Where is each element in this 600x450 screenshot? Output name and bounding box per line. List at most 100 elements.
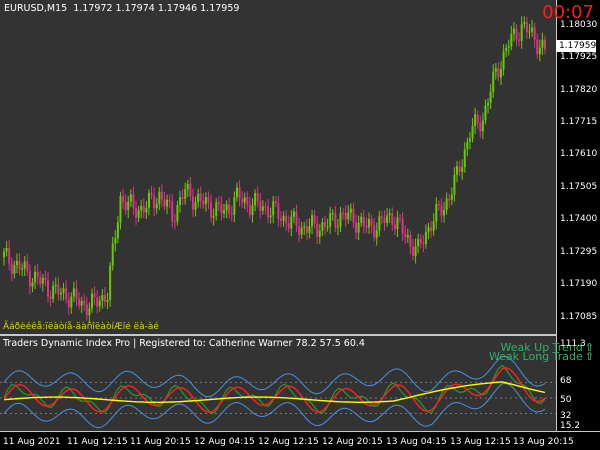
price-tick: 1.17715 — [560, 117, 598, 127]
candle-body — [160, 191, 163, 200]
candle-body — [523, 21, 526, 25]
candle-body — [171, 201, 174, 222]
candle-body — [461, 167, 464, 172]
candle-body — [15, 261, 18, 266]
candle-body — [132, 194, 135, 209]
candle-body — [355, 222, 358, 233]
candle-body — [197, 193, 200, 203]
candle-body — [158, 191, 161, 204]
trend-long-label: Weak Long Trade ⇧ — [489, 350, 594, 363]
candle-body — [453, 174, 456, 195]
candle-body — [52, 285, 55, 299]
candle-body — [531, 27, 534, 32]
indicator-tick: 50 — [560, 395, 572, 405]
candle-body — [505, 47, 508, 52]
candle-body — [386, 215, 389, 224]
candle-body — [191, 196, 194, 210]
candle-body — [248, 204, 251, 215]
candle-body — [336, 226, 339, 228]
candle-body — [225, 204, 228, 211]
candle-body — [430, 227, 433, 231]
candle-body — [383, 218, 386, 224]
candle-body — [494, 68, 497, 72]
time-tick: 11 Aug 20:15 — [130, 437, 191, 447]
candle-body — [3, 251, 5, 258]
candle-body — [204, 197, 207, 205]
candle-body — [207, 197, 210, 203]
candle-body — [512, 28, 515, 34]
indicator-title: Traders Dynamic Index Pro | Registered t… — [3, 338, 365, 349]
candle-body — [62, 288, 65, 293]
candle-body — [127, 201, 130, 211]
candle-body — [93, 293, 96, 298]
symbol-timeframe: EURUSD,M15 — [4, 3, 68, 14]
candle-body — [499, 69, 502, 78]
candle-body — [435, 203, 438, 222]
ohlc-values: 1.17972 1.17974 1.17946 1.17959 — [73, 3, 240, 14]
candle-body — [251, 205, 254, 215]
candle-body — [502, 51, 505, 70]
candle-body — [13, 265, 16, 274]
candle-body — [186, 183, 189, 190]
candle-body — [507, 46, 510, 48]
candle-body — [98, 300, 101, 307]
candle-body — [57, 285, 60, 295]
indicator-tick: 32 — [560, 411, 572, 421]
candle-body — [179, 197, 182, 205]
candle-body — [367, 218, 370, 228]
candle-body — [427, 227, 430, 232]
candle-body — [455, 166, 458, 175]
candle-body — [347, 212, 350, 220]
candle-body — [111, 243, 114, 266]
indicator-lines — [0, 355, 556, 429]
candle-body — [411, 246, 414, 257]
price-tick: 1.17505 — [560, 182, 598, 192]
candle-body — [142, 205, 145, 213]
candle-body — [140, 205, 143, 211]
candle-body — [300, 227, 303, 235]
candle-body — [129, 194, 132, 202]
candle-body — [329, 213, 332, 227]
candle-body — [536, 39, 539, 54]
candle-body — [166, 199, 169, 207]
lower-band-line — [3, 382, 546, 429]
candle-body — [184, 189, 187, 199]
candle-body — [409, 234, 412, 247]
candle-body — [401, 218, 404, 234]
candle-body — [450, 194, 453, 200]
candle-body — [122, 196, 125, 203]
candle-body — [238, 187, 241, 199]
candle-body — [10, 263, 13, 274]
candle-body — [419, 239, 422, 243]
time-tick: 11 Aug 2021 — [3, 437, 61, 447]
candle-body — [246, 197, 249, 205]
candle-body — [28, 271, 31, 287]
candle-body — [378, 216, 381, 231]
candle-body — [370, 218, 373, 226]
candle-body — [362, 216, 365, 226]
candle-body — [388, 213, 391, 216]
candle-body — [41, 277, 44, 284]
candle-body — [72, 288, 75, 297]
candle-body — [393, 224, 396, 230]
candle-body — [487, 102, 490, 106]
candle-body — [287, 223, 290, 229]
candle-body — [375, 230, 378, 238]
candle-body — [83, 300, 86, 305]
candle-body — [243, 197, 246, 203]
candle-body — [230, 213, 233, 215]
candle-body — [342, 212, 345, 214]
candle-body — [124, 202, 127, 211]
candle-body — [67, 299, 70, 308]
candle-body — [137, 210, 140, 218]
candle-body — [223, 210, 226, 214]
candle-body — [528, 31, 531, 33]
candle-body — [541, 39, 544, 48]
candle-body — [414, 246, 417, 257]
candle-body — [380, 216, 383, 219]
trading-chart[interactable]: EURUSD,M15 1.17972 1.17974 1.17946 1.179… — [0, 0, 600, 450]
time-tick: 13 Aug 04:15 — [386, 437, 447, 447]
candle-body — [215, 202, 218, 216]
candle-body — [59, 292, 62, 295]
candle-body — [437, 203, 440, 206]
